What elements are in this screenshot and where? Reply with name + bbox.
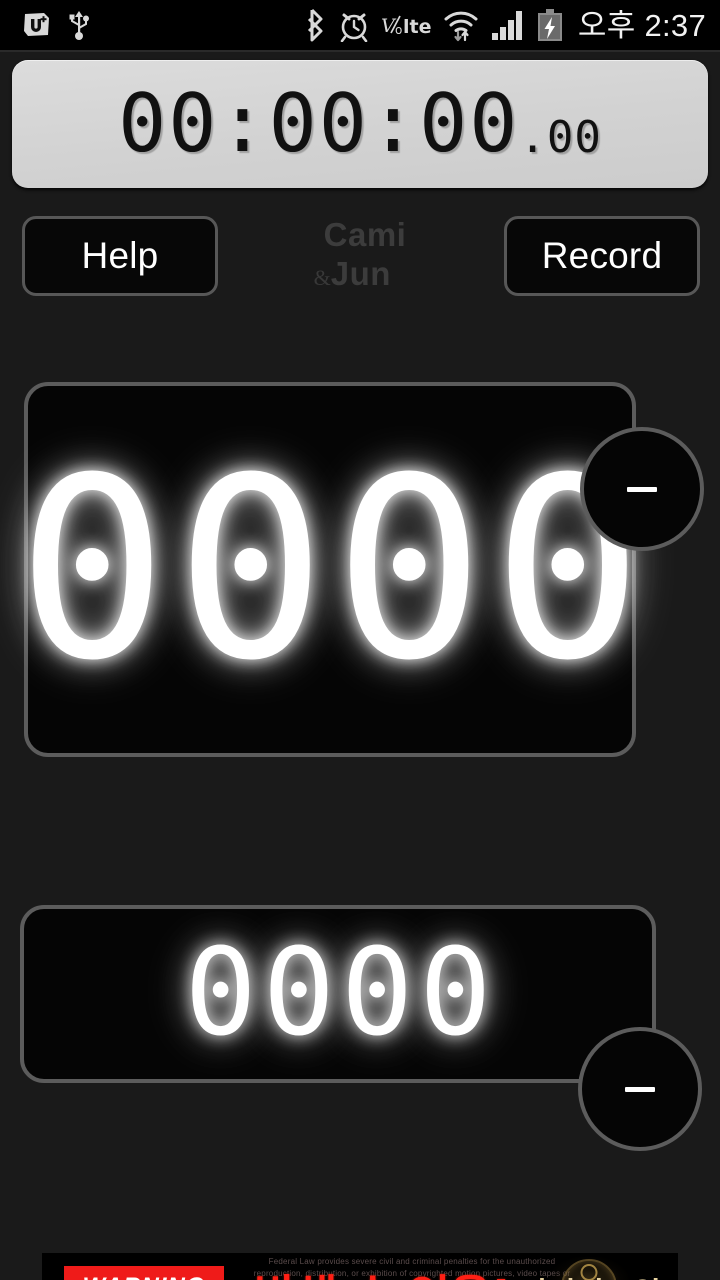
volte-icon: V o lte [381, 15, 431, 38]
alarm-clock-icon [340, 13, 368, 42]
usb-icon [69, 11, 89, 40]
brand-logo-jun: Jun [330, 255, 391, 292]
status-bar: V o lte 오후 2:37 [0, 0, 720, 50]
secondary-counter-decrement-button[interactable] [578, 1027, 702, 1151]
stopwatch-time-main: 00:00:00 [118, 76, 520, 170]
brand-logo-line-2: &Jun [314, 257, 407, 290]
minus-icon [627, 486, 657, 492]
stopwatch-time-separator: . [519, 112, 547, 164]
svg-text:lte: lte [403, 16, 431, 38]
status-bar-clock: 오후 2:37 [577, 7, 706, 43]
ad-warning-label: WARNING [83, 1273, 206, 1280]
brand-logo: Cami &Jun [314, 218, 407, 290]
stopwatch-display-panel[interactable]: 00:00:00 . 00 [12, 60, 708, 188]
ad-warning-badge: WARNING [64, 1266, 224, 1280]
status-bar-notification-icons [22, 9, 90, 41]
wifi-transfer-icon [444, 11, 478, 42]
app-content: 00:00:00 . 00 Help Cami &Jun Record 0000… [0, 52, 720, 1280]
stopwatch-time-fraction: 00 [546, 112, 602, 164]
ad-game-title: 서머너즈워 [518, 1269, 661, 1280]
battery-charging-icon [537, 9, 562, 41]
primary-counter-decrement-button[interactable] [580, 427, 704, 551]
brand-logo-line-1: Cami [323, 216, 407, 253]
primary-counter-value: 0000 [16, 423, 652, 715]
help-button[interactable]: Help [22, 216, 218, 296]
stopwatch-readout: 00:00:00 . 00 [118, 76, 602, 170]
bluetooth-icon [307, 8, 323, 42]
svg-text:o: o [395, 23, 402, 37]
minus-icon [625, 1086, 655, 1092]
secondary-counter-panel[interactable]: 0000 [20, 905, 656, 1083]
uplus-logo-icon [24, 13, 49, 36]
brand-ampersand: & [313, 265, 331, 290]
control-row: Help Cami &Jun Record [0, 212, 720, 308]
primary-counter-panel[interactable]: 0000 [17, 382, 643, 757]
ad-headline: 밤샐 수 있음! [254, 1261, 512, 1280]
secondary-counter-value: 0000 [184, 923, 498, 1063]
ad-game-logo: 서머너즈워 [504, 1257, 674, 1280]
status-bar-system-icons: V o lte 오후 2:37 [303, 8, 706, 42]
record-button[interactable]: Record [504, 216, 700, 296]
ad-banner[interactable]: Federal Law provides severe civil and cr… [42, 1253, 678, 1280]
signal-bars-icon [491, 11, 522, 40]
